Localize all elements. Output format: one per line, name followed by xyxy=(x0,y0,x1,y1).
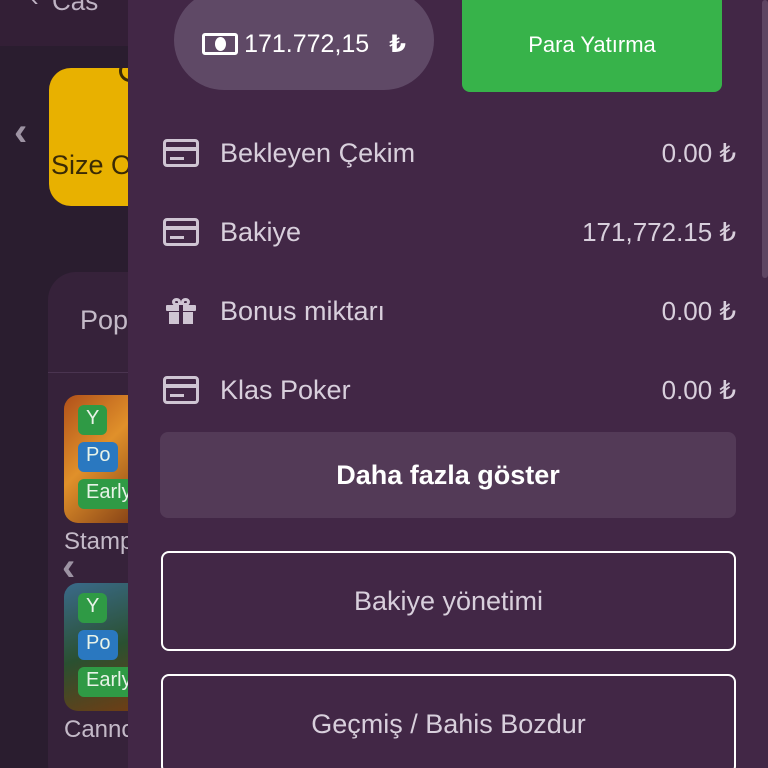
show-more-button[interactable]: Daha fazla göster xyxy=(160,432,736,518)
balance-amount: 171.772,15 xyxy=(244,29,370,58)
card-icon xyxy=(162,217,200,247)
wallet-row-value: 0.00 ₺ xyxy=(661,137,736,168)
deposit-button[interactable]: Para Yatırma xyxy=(462,0,722,92)
history-cashout-button[interactable]: Geçmiş / Bahis Bozdur xyxy=(161,674,736,768)
wallet-row-value: 0.00 ₺ xyxy=(661,295,736,326)
cash-icon xyxy=(202,33,239,55)
background-top-text: Cas xyxy=(52,0,99,16)
wallet-drawer: 171.772,15 ₺ Para Yatırma Bekleyen Çekim… xyxy=(128,0,768,768)
gift-icon xyxy=(162,296,200,326)
game-tag: Y xyxy=(78,593,108,623)
wallet-row-balance: Bakiye 171,772.15 ₺ xyxy=(162,212,736,252)
wallet-row-label: Klas Poker xyxy=(220,374,351,405)
screen: ‹ Cas ‹ Size O Pop Y Po Early Stamp ‹ Y … xyxy=(0,0,768,768)
wallet-row-pending-withdrawal: Bekleyen Çekim 0.00 ₺ xyxy=(162,133,736,173)
scrollbar[interactable] xyxy=(762,0,768,278)
wallet-row-label: Bonus miktarı xyxy=(220,295,386,326)
balance-management-button[interactable]: Bakiye yönetimi xyxy=(161,551,736,651)
wallet-row-value: 0.00 ₺ xyxy=(661,374,736,405)
game-title[interactable]: Canno xyxy=(64,716,135,744)
wallet-row-label: Bekleyen Çekim xyxy=(220,137,416,168)
card-icon xyxy=(162,138,200,168)
game-tag: Y xyxy=(78,405,108,435)
wallet-row-bonus: Bonus miktarı 0.00 ₺ xyxy=(162,291,736,331)
wallet-row-klas-poker: Klas Poker 0.00 ₺ xyxy=(162,370,736,410)
card-icon xyxy=(162,375,200,405)
popular-games-title: Pop xyxy=(80,305,129,335)
currency-symbol: ₺ xyxy=(389,30,406,58)
game-tag: Po xyxy=(78,442,119,472)
back-chevron-icon[interactable]: ‹ xyxy=(30,0,39,13)
wallet-row-label: Bakiye xyxy=(220,216,302,247)
wallet-row-value: 171,772.15 ₺ xyxy=(582,216,736,247)
category-tile-label: Size O xyxy=(51,150,133,180)
carousel-left-arrow-icon[interactable]: ‹ xyxy=(14,110,27,155)
balance-pill[interactable]: 171.772,15 ₺ xyxy=(174,0,434,90)
game-tag: Po xyxy=(78,630,119,660)
